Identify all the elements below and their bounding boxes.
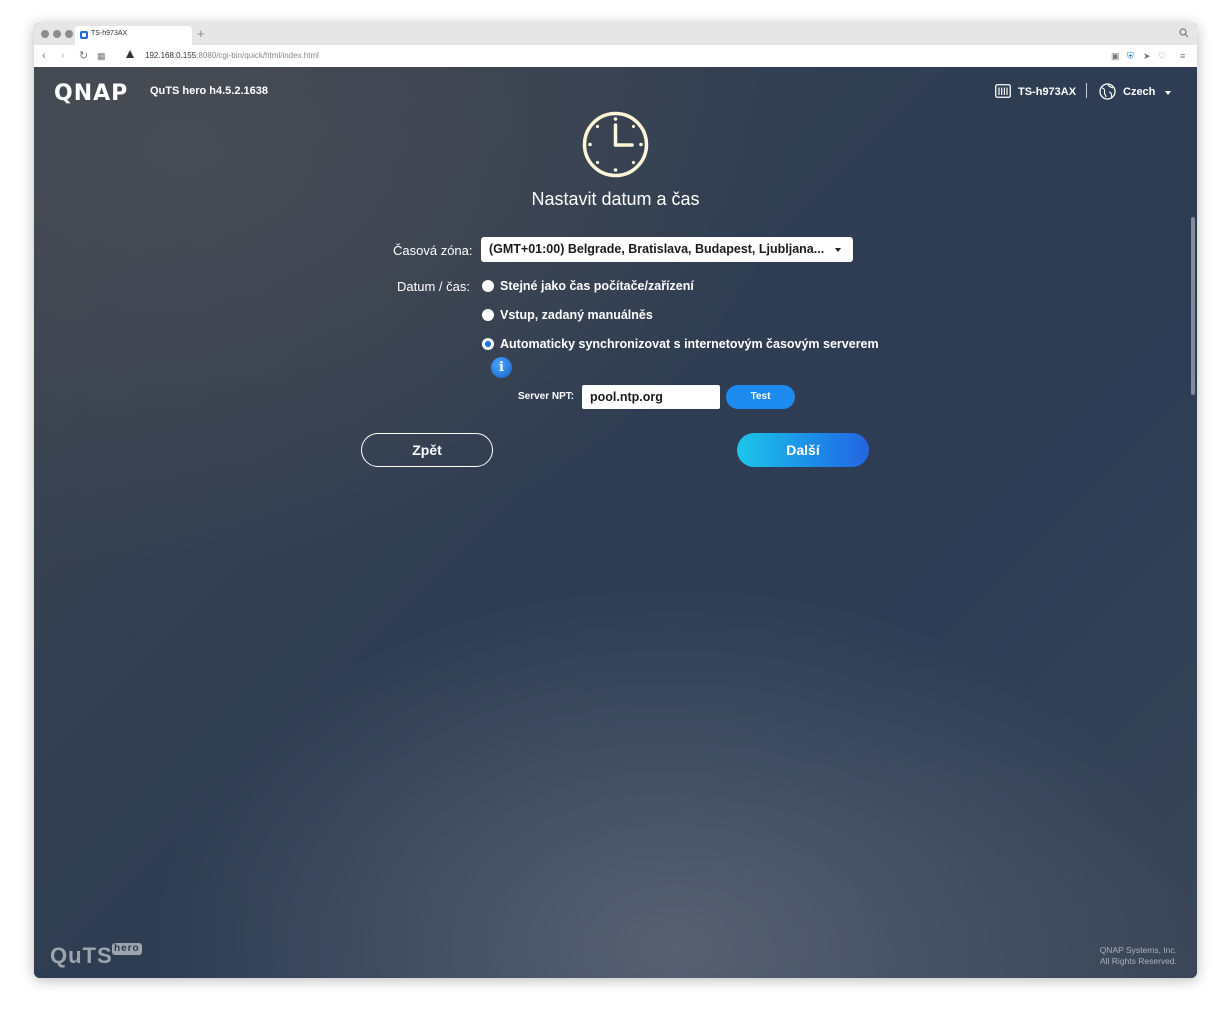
address-bar: ‹ › ↻ ▦ 192.168.0.155:8080/cgi-bin/quick… bbox=[34, 45, 1197, 68]
header-divider bbox=[1086, 83, 1087, 98]
brand-text: QuTS bbox=[50, 943, 113, 968]
info-icon[interactable]: i bbox=[491, 357, 512, 378]
globe-icon[interactable] bbox=[1099, 83, 1116, 100]
copyright-line-2: All Rights Reserved. bbox=[1099, 956, 1177, 966]
tab-bar: TS-h973AX + bbox=[34, 23, 1197, 45]
back-icon[interactable]: ‹ bbox=[42, 49, 46, 63]
copyright: QNAP Systems, Inc. All Rights Reserved. bbox=[1100, 945, 1177, 967]
new-tab-button[interactable]: + bbox=[197, 26, 205, 42]
copyright-line-1: QNAP Systems, Inc. bbox=[1099, 945, 1177, 955]
warning-icon[interactable] bbox=[126, 50, 134, 58]
reload-icon[interactable]: ↻ bbox=[79, 49, 88, 63]
clock-icon bbox=[582, 111, 649, 178]
ntp-server-label: Server NPT: bbox=[518, 391, 575, 402]
chevron-down-icon[interactable] bbox=[1165, 91, 1171, 95]
quts-hero-brand: QuTS hero bbox=[50, 943, 142, 969]
next-button[interactable]: Další bbox=[737, 433, 869, 467]
radio-same-as-computer[interactable] bbox=[482, 280, 494, 292]
qnap-logo: QNAP bbox=[54, 81, 129, 106]
menu-icon[interactable]: ≡ bbox=[1180, 50, 1185, 62]
minimize-window-icon[interactable] bbox=[53, 30, 61, 38]
url-path: :8080/cgi-bin/quick/html/index.html bbox=[196, 51, 319, 60]
ntp-server-input[interactable] bbox=[582, 385, 720, 409]
browser-window: TS-h973AX + ‹ › ↻ ▦ 192.168.0.155:8080/c… bbox=[34, 23, 1197, 978]
heart-icon[interactable]: ♡ bbox=[1158, 50, 1166, 62]
option-label-manual-input[interactable]: Vstup, zadaný manuálněs bbox=[500, 308, 653, 322]
datetime-label: Datum / čas: bbox=[397, 279, 470, 294]
tab-title: TS-h973AX bbox=[91, 30, 128, 37]
device-name: TS-h973AX bbox=[1018, 86, 1077, 98]
radio-manual-input[interactable] bbox=[482, 309, 494, 321]
close-window-icon[interactable] bbox=[41, 30, 49, 38]
test-button[interactable]: Test bbox=[726, 385, 795, 409]
browser-tab[interactable]: TS-h973AX bbox=[75, 26, 192, 45]
brand-sup: hero bbox=[112, 943, 142, 955]
shield-icon[interactable]: ⛨ bbox=[1127, 50, 1134, 62]
scrollbar[interactable] bbox=[1191, 217, 1195, 395]
timezone-label: Časová zóna: bbox=[393, 243, 473, 258]
option-label-same-as-computer[interactable]: Stejné jako čas počítače/zařízení bbox=[500, 279, 694, 293]
grid-icon[interactable]: ▦ bbox=[97, 49, 106, 63]
qnap-favicon-icon bbox=[80, 31, 88, 39]
chevron-down-icon bbox=[835, 248, 841, 252]
timezone-select[interactable]: (GMT+01:00) Belgrade, Bratislava, Budape… bbox=[481, 237, 853, 262]
camera-icon[interactable]: ▣ bbox=[1111, 50, 1120, 62]
send-icon[interactable]: ➤ bbox=[1143, 50, 1151, 62]
forward-icon[interactable]: › bbox=[61, 49, 65, 63]
back-button[interactable]: Zpět bbox=[361, 433, 493, 467]
nas-icon bbox=[995, 84, 1011, 98]
url-host: 192.168.0.155 bbox=[145, 51, 197, 60]
page-title: Nastavit datum a čas bbox=[531, 189, 700, 209]
timezone-value: (GMT+01:00) Belgrade, Bratislava, Budape… bbox=[489, 242, 825, 256]
url-field[interactable]: 192.168.0.155:8080/cgi-bin/quick/html/in… bbox=[145, 51, 319, 60]
setup-page: QNAP QuTS hero h4.5.2.1638 TS-h973AX Cze… bbox=[34, 67, 1197, 978]
firmware-version: QuTS hero h4.5.2.1638 bbox=[150, 85, 268, 97]
maximize-window-icon[interactable] bbox=[65, 30, 73, 38]
language-selector[interactable]: Czech bbox=[1123, 86, 1155, 98]
option-label-auto-sync[interactable]: Automaticky synchronizovat s internetový… bbox=[500, 337, 879, 351]
search-icon[interactable] bbox=[1179, 28, 1189, 38]
radio-auto-sync[interactable] bbox=[482, 338, 494, 350]
